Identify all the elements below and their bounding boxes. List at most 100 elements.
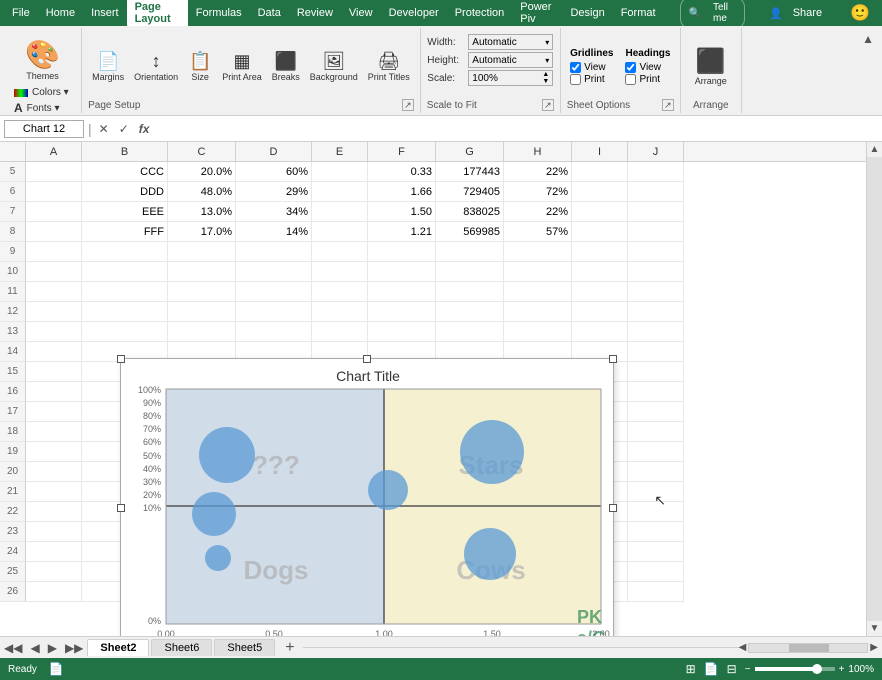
cell-c11[interactable]	[168, 282, 236, 302]
page-layout-view-icon[interactable]: 📄	[704, 662, 719, 676]
cell-f8[interactable]: 1.21	[368, 222, 436, 242]
cell-a20[interactable]	[26, 462, 82, 482]
cell-j11[interactable]	[628, 282, 684, 302]
cell-j26[interactable]	[628, 582, 684, 602]
cell-f6[interactable]: 1.66	[368, 182, 436, 202]
headings-view[interactable]: View	[625, 62, 670, 73]
cell-a25[interactable]	[26, 562, 82, 582]
sheet-nav-next[interactable]: ▶	[44, 641, 61, 655]
cell-h10[interactable]	[504, 262, 572, 282]
cell-b11[interactable]	[82, 282, 168, 302]
cell-a11[interactable]	[26, 282, 82, 302]
normal-view-icon[interactable]: ⊞	[686, 662, 696, 676]
fonts-button[interactable]: A Fonts ▾	[10, 100, 75, 116]
cell-i13[interactable]	[572, 322, 628, 342]
cell-a7[interactable]	[26, 202, 82, 222]
gridlines-print[interactable]: Print	[570, 74, 613, 85]
col-header-b[interactable]: B	[82, 142, 168, 161]
margins-button[interactable]: 📄 Margins	[88, 49, 128, 84]
cell-g8[interactable]: 569985	[436, 222, 504, 242]
cell-a13[interactable]	[26, 322, 82, 342]
cell-j22[interactable]	[628, 502, 684, 522]
cell-j9[interactable]	[628, 242, 684, 262]
col-header-f[interactable]: F	[368, 142, 436, 161]
cell-a6[interactable]	[26, 182, 82, 202]
headings-print-checkbox[interactable]	[625, 74, 636, 85]
cell-a21[interactable]	[26, 482, 82, 502]
cell-a5[interactable]	[26, 162, 82, 182]
headings-print[interactable]: Print	[625, 74, 670, 85]
sheet-options-dialog-launcher[interactable]: ↗	[662, 99, 674, 111]
cancel-icon[interactable]: ✕	[96, 121, 112, 137]
cell-a16[interactable]	[26, 382, 82, 402]
cell-f13[interactable]	[368, 322, 436, 342]
scale-dialog-launcher[interactable]: ↗	[542, 99, 554, 111]
cell-j24[interactable]	[628, 542, 684, 562]
gridlines-view-checkbox[interactable]	[570, 62, 581, 73]
sheet-tab-sheet5[interactable]: Sheet5	[214, 639, 275, 656]
sheet-tab-sheet2[interactable]: Sheet2	[87, 639, 149, 656]
breaks-button[interactable]: ⬛ Breaks	[268, 49, 304, 84]
cell-a9[interactable]	[26, 242, 82, 262]
zoom-slider[interactable]	[755, 667, 835, 671]
cell-a22[interactable]	[26, 502, 82, 522]
cell-j8[interactable]	[628, 222, 684, 242]
vertical-scrollbar[interactable]: ▲ ▼	[866, 142, 882, 636]
cell-c8[interactable]: 17.0%	[168, 222, 236, 242]
menu-page-layout[interactable]: Page Layout	[127, 0, 188, 27]
share-button[interactable]: 👤 Share	[761, 3, 838, 23]
status-page-icon[interactable]: 📄	[49, 662, 64, 676]
cell-i8[interactable]	[572, 222, 628, 242]
cell-i7[interactable]	[572, 202, 628, 222]
menu-formulas[interactable]: Formulas	[188, 5, 250, 21]
cell-h8[interactable]: 57%	[504, 222, 572, 242]
cell-d5[interactable]: 60%	[236, 162, 312, 182]
cell-b13[interactable]	[82, 322, 168, 342]
cell-j7[interactable]	[628, 202, 684, 222]
chart-handle-tm[interactable]	[363, 355, 371, 363]
cell-b6[interactable]: DDD	[82, 182, 168, 202]
cell-e6[interactable]	[312, 182, 368, 202]
cell-a15[interactable]	[26, 362, 82, 382]
chart-handle-ml[interactable]	[117, 504, 125, 512]
cell-f9[interactable]	[368, 242, 436, 262]
cell-g9[interactable]	[436, 242, 504, 262]
cell-c6[interactable]: 48.0%	[168, 182, 236, 202]
cell-f10[interactable]	[368, 262, 436, 282]
cell-h6[interactable]: 72%	[504, 182, 572, 202]
cell-h7[interactable]: 22%	[504, 202, 572, 222]
menu-design[interactable]: Design	[562, 5, 612, 21]
sheet-tab-sheet6[interactable]: Sheet6	[151, 639, 212, 656]
cell-d7[interactable]: 34%	[236, 202, 312, 222]
menu-review[interactable]: Review	[289, 5, 341, 21]
cell-c10[interactable]	[168, 262, 236, 282]
cell-c9[interactable]	[168, 242, 236, 262]
sheet-nav-prev[interactable]: ◀	[26, 641, 43, 655]
cell-g7[interactable]: 838025	[436, 202, 504, 222]
cell-b8[interactable]: FFF	[82, 222, 168, 242]
scroll-up-button[interactable]: ▲	[868, 142, 882, 157]
col-header-g[interactable]: G	[436, 142, 504, 161]
cell-d6[interactable]: 29%	[236, 182, 312, 202]
cell-e9[interactable]	[312, 242, 368, 262]
cell-i6[interactable]	[572, 182, 628, 202]
h-scroll-right[interactable]: ▶	[870, 642, 878, 653]
cell-a12[interactable]	[26, 302, 82, 322]
width-input[interactable]: Automatic ▾	[468, 34, 553, 50]
menu-format[interactable]: Format	[613, 5, 664, 21]
size-button[interactable]: 📋 Size	[184, 49, 216, 84]
cell-j10[interactable]	[628, 262, 684, 282]
cell-h11[interactable]	[504, 282, 572, 302]
width-spinner[interactable]: ▾	[545, 38, 549, 47]
col-header-h[interactable]: H	[504, 142, 572, 161]
col-header-e[interactable]: E	[312, 142, 368, 161]
cell-j23[interactable]	[628, 522, 684, 542]
cell-d10[interactable]	[236, 262, 312, 282]
formula-input[interactable]	[156, 121, 878, 137]
cell-f7[interactable]: 1.50	[368, 202, 436, 222]
cell-c13[interactable]	[168, 322, 236, 342]
chart-handle-tr[interactable]	[609, 355, 617, 363]
cell-c7[interactable]: 13.0%	[168, 202, 236, 222]
menu-file[interactable]: File	[4, 5, 38, 21]
col-header-d[interactable]: D	[236, 142, 312, 161]
